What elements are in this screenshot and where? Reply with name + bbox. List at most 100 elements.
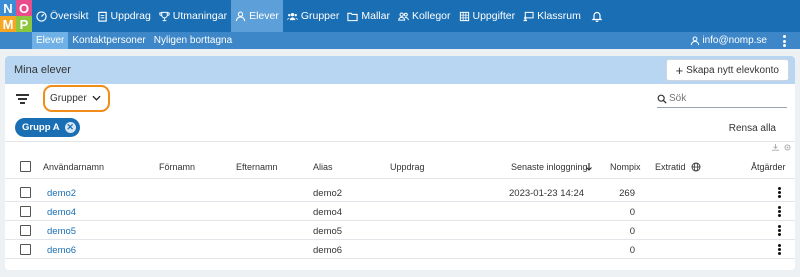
settings-gear-icon[interactable] [783,143,792,152]
nav-item-uppdrag[interactable]: Uppdrag [93,0,155,32]
nav-item-mallar[interactable]: Mallar [343,0,394,32]
nav-item-label: Mallar [361,10,390,22]
table-row[interactable]: demo2 demo2 2023-01-23 14:24 269 [5,183,795,202]
create-button-label: Skapa nytt elevkonto [686,64,779,76]
column-header-firstname[interactable]: Förnamn [159,162,195,172]
subnav-tab-nyligen-borttagna[interactable]: Nyligen borttagna [150,32,236,49]
column-header-nompix[interactable]: Nompix [610,162,641,172]
search-input[interactable] [669,93,779,104]
alias-cell: demo5 [313,226,343,237]
classroom-icon [523,11,534,21]
nompix-cell: 0 [629,245,635,256]
user-account-link[interactable]: info@nomp.se [690,32,767,49]
chevron-down-icon [92,95,101,101]
notifications-button[interactable] [585,0,610,32]
nav-item-label: Uppdrag [110,10,151,22]
nav-item-label: Grupper [300,10,340,22]
row-actions-menu-icon[interactable] [777,205,781,218]
nav-item-grupper[interactable]: Grupper [283,0,344,32]
card-header: Mina elever + Skapa nytt elevkonto [5,56,795,84]
nav-item-utmaningar[interactable]: Utmaningar [155,0,231,32]
nav-item-elever[interactable]: Elever [231,0,283,32]
select-all-checkbox[interactable] [20,161,31,172]
students-card: Mina elever + Skapa nytt elevkonto Grupp… [5,56,795,270]
column-header-last-login[interactable]: Senaste inloggning [511,162,588,172]
row-actions-menu-icon[interactable] [777,243,781,256]
nav-item-oversikt[interactable]: Översikt [32,0,93,32]
nav-item-label: Översikt [50,10,89,22]
create-student-account-button[interactable]: + Skapa nytt elevkonto [665,59,789,81]
row-checkbox[interactable] [20,225,31,236]
nompix-cell: 269 [619,188,635,199]
card-title: Mina elever [14,64,71,76]
subnav-tab-elever[interactable]: Elever [32,32,69,49]
user-email: info@nomp.se [702,35,767,46]
filter-icon[interactable] [16,94,29,104]
column-header-lastname[interactable]: Efternamn [236,162,278,172]
bell-icon [591,11,603,22]
table-row[interactable]: demo5 demo5 0 [5,221,795,240]
nomp-logo[interactable]: N O M P [0,0,32,32]
plus-icon: + [675,62,684,78]
search-icon [657,94,667,104]
globe-icon [691,162,701,172]
nompix-cell: 0 [629,226,635,237]
username-link[interactable]: demo6 [47,245,76,256]
table-tools [771,143,792,152]
grid-icon [459,11,469,21]
table-row[interactable]: demo4 demo4 0 [5,202,795,221]
remove-chip-icon[interactable]: ✕ [64,122,76,133]
row-checkbox[interactable] [20,206,31,217]
more-options-icon[interactable] [778,34,790,48]
folder-icon [347,12,359,21]
row-actions-menu-icon[interactable] [777,186,781,199]
nav-item-label: Utmaningar [172,10,228,22]
nompix-cell: 0 [629,207,635,218]
nav-item-uppgifter[interactable]: Uppgifter [455,0,520,32]
trophy-icon [159,11,170,21]
nav-item-klassrum[interactable]: Klassrum [519,0,585,32]
row-actions-menu-icon[interactable] [777,224,781,237]
filter-chip-label: Grupp A [22,122,60,133]
nav-item-label: Elever [249,10,279,22]
table-header-row: Användarnamn Förnamn Efternamn Alias Upp… [5,153,795,179]
nav-item-kollegor[interactable]: Kollegor [394,0,455,32]
column-header-extratid[interactable]: Extratid [655,162,686,172]
person-icon [691,36,700,45]
group-select-label: Grupper [50,93,87,104]
group-select-dropdown[interactable]: Grupper [43,85,110,112]
alias-cell: demo2 [313,188,343,199]
people-icon [398,12,409,21]
username-link[interactable]: demo2 [47,188,76,199]
last-login-cell: 2023-01-23 14:24 [509,188,585,199]
top-navigation: N O M P Översikt Uppdrag Utmaningar Elev… [0,0,800,32]
person-icon [235,11,246,21]
alias-cell: demo4 [313,207,343,218]
logo-letter: O [16,0,32,16]
table-row[interactable]: demo6 demo6 0 [5,240,795,259]
search-field [657,90,787,108]
username-link[interactable]: demo5 [47,226,76,237]
username-link[interactable]: demo4 [47,207,76,218]
download-icon[interactable] [771,143,780,152]
divider [5,141,795,142]
column-header-assignment[interactable]: Uppdrag [390,162,425,172]
assignment-icon [97,11,107,22]
logo-letter: P [16,16,32,32]
sort-arrow-down-icon[interactable] [585,162,593,172]
row-checkbox[interactable] [20,244,31,255]
subnav-tab-kontaktpersoner[interactable]: Kontaktpersoner [68,32,149,49]
column-header-alias[interactable]: Alias [313,162,333,172]
logo-letter: N [0,0,16,16]
nav-item-label: Klassrum [537,10,581,22]
logo-letter: M [0,16,16,32]
row-checkbox[interactable] [20,187,31,198]
groups-icon [286,12,298,20]
sub-navigation: Elever Kontaktpersoner Nyligen borttagna… [0,32,800,49]
clear-all-filters-link[interactable]: Rensa alla [729,123,776,134]
nav-item-label: Uppgifter [472,10,516,22]
alias-cell: demo6 [313,245,343,256]
column-header-username[interactable]: Användarnamn [43,162,104,172]
nav-item-label: Kollegor [411,10,451,22]
dashboard-icon [36,10,47,22]
